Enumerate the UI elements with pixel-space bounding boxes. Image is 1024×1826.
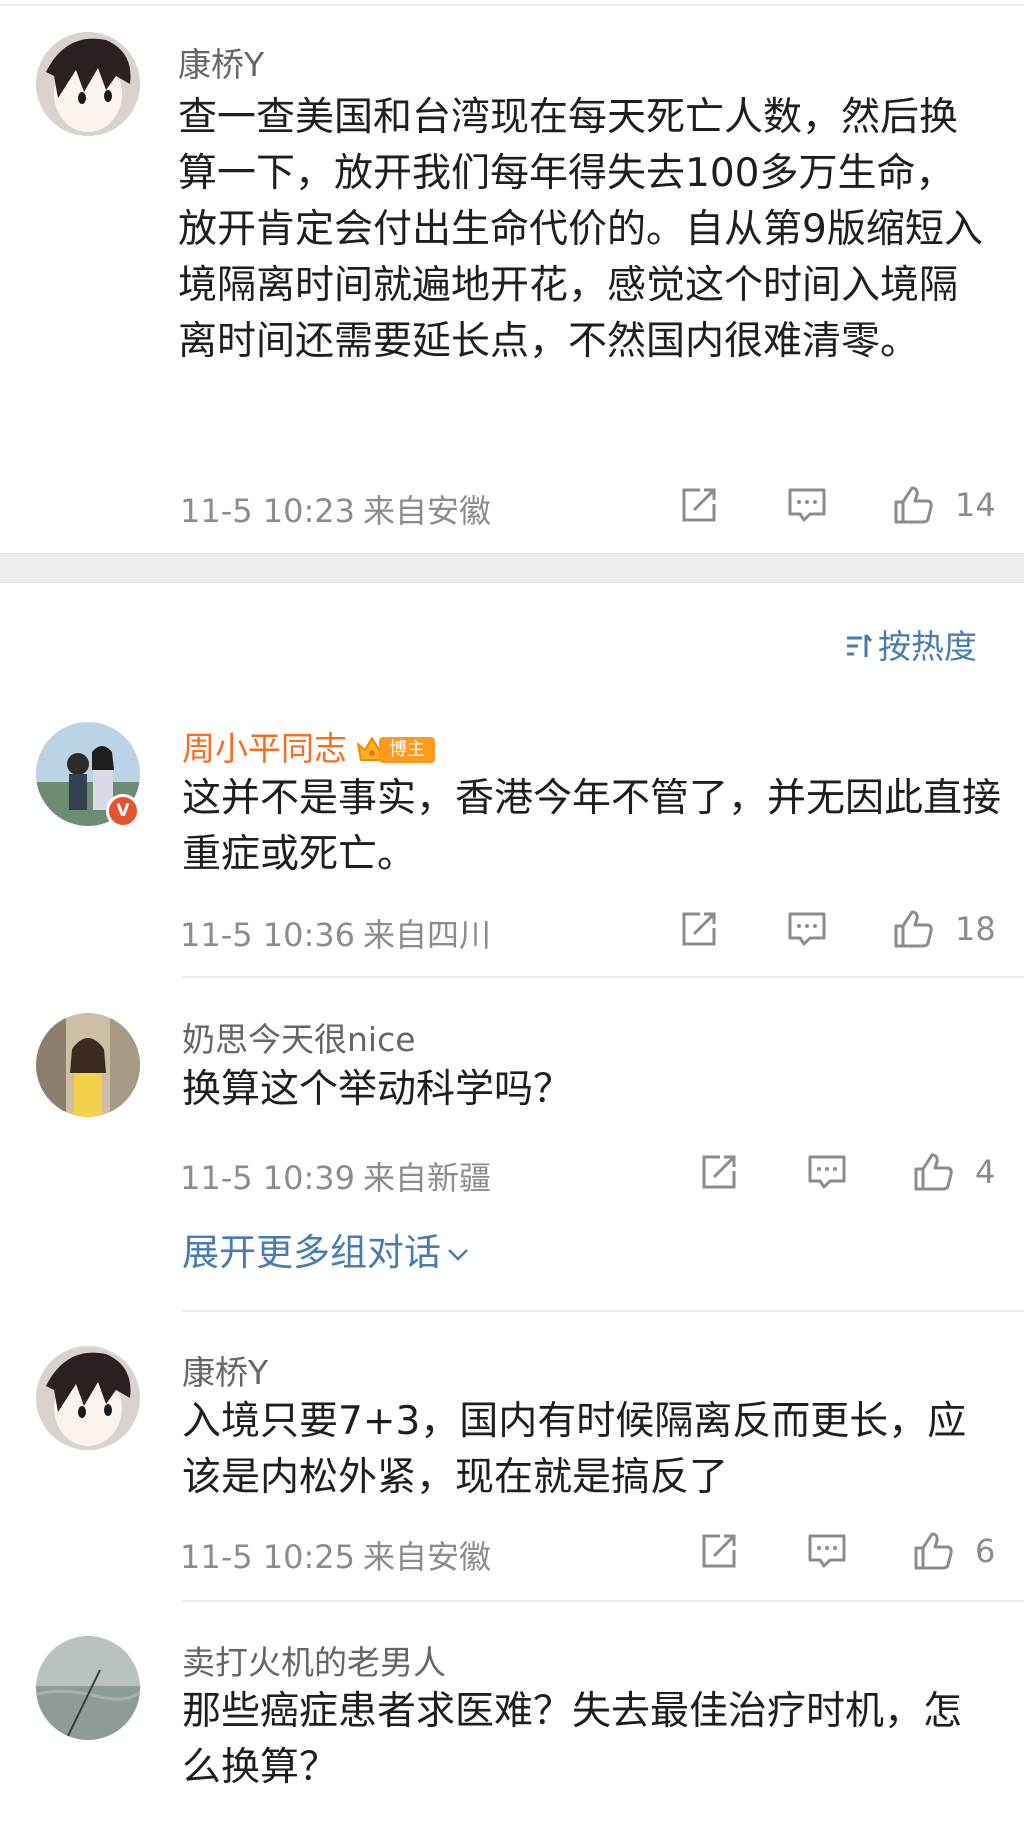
like-count: 18 bbox=[955, 910, 996, 948]
username-text: 周小平同志 bbox=[182, 729, 347, 768]
avatar[interactable] bbox=[36, 1636, 140, 1740]
comment-text: 这并不是事实，香港今年不管了，并无因此直接重症或死亡。 bbox=[182, 776, 1002, 877]
like-count: 6 bbox=[975, 1532, 996, 1570]
share-icon[interactable] bbox=[678, 484, 720, 526]
comment-text: 查一查美国和台湾现在每天死亡人数，然后换算一下，放开我们每年得失去100多万生命… bbox=[178, 95, 983, 364]
comment-text: 那些癌症患者求医难？失去最佳治疗时机，怎么换算？ bbox=[182, 1689, 963, 1790]
timestamp: 11-5 10:23 bbox=[180, 492, 356, 530]
avatar[interactable] bbox=[36, 1013, 140, 1117]
like-icon[interactable] bbox=[892, 908, 934, 950]
comment-text: 换算这个举动科学吗？ bbox=[182, 1067, 573, 1112]
comment-meta: 11-5 10:25 来自安徽 bbox=[180, 1532, 491, 1578]
comment-icon[interactable] bbox=[806, 1151, 848, 1193]
username[interactable]: 康桥Y bbox=[182, 1346, 268, 1394]
section-divider bbox=[0, 553, 1024, 583]
like-count: 14 bbox=[955, 486, 996, 524]
like-icon[interactable] bbox=[892, 484, 934, 526]
expand-more-conversations-link[interactable]: 展开更多组对话 bbox=[182, 1222, 471, 1276]
blogger-badge: 博主 bbox=[355, 734, 435, 766]
avatar-image bbox=[36, 1013, 140, 1117]
timestamp: 11-5 10:39 bbox=[180, 1159, 356, 1197]
timestamp: 11-5 10:36 bbox=[180, 916, 356, 954]
comment-icon[interactable] bbox=[786, 908, 828, 950]
like-icon[interactable] bbox=[912, 1530, 954, 1572]
location: 来自安徽 bbox=[363, 1538, 492, 1576]
avatar-image bbox=[36, 1346, 140, 1450]
location: 来自四川 bbox=[363, 916, 492, 954]
like-count: 4 bbox=[975, 1153, 996, 1191]
comment-icon[interactable] bbox=[786, 484, 828, 526]
avatar[interactable] bbox=[36, 1346, 140, 1450]
username[interactable]: 周小平同志 博主 bbox=[182, 722, 435, 770]
timestamp: 11-5 10:25 bbox=[180, 1538, 356, 1576]
blogger-badge-label: 博主 bbox=[379, 737, 435, 763]
avatar-image bbox=[36, 32, 140, 136]
verified-badge: V bbox=[106, 794, 140, 828]
expand-label: 展开更多组对话 bbox=[182, 1231, 441, 1274]
divider bbox=[182, 976, 1024, 978]
chevron-down-icon bbox=[445, 1233, 471, 1261]
sort-label: 按热度 bbox=[878, 627, 977, 666]
username[interactable]: 奶思今天很nice bbox=[182, 1013, 416, 1061]
share-icon[interactable] bbox=[698, 1151, 740, 1193]
avatar[interactable] bbox=[36, 32, 140, 136]
divider bbox=[182, 1600, 1024, 1602]
divider bbox=[182, 1310, 1024, 1312]
share-icon[interactable] bbox=[678, 908, 720, 950]
like-icon[interactable] bbox=[912, 1151, 954, 1193]
comment-meta: 11-5 10:39 来自新疆 bbox=[180, 1153, 491, 1199]
sort-icon bbox=[844, 630, 874, 660]
avatar-image bbox=[36, 1636, 140, 1740]
sort-by-hot-button[interactable]: 按热度 bbox=[844, 620, 977, 668]
username[interactable]: 康桥Y bbox=[178, 38, 264, 86]
location: 来自安徽 bbox=[363, 492, 492, 530]
comment-meta: 11-5 10:36 来自四川 bbox=[180, 910, 491, 956]
comment-icon[interactable] bbox=[806, 1530, 848, 1572]
location: 来自新疆 bbox=[363, 1159, 492, 1197]
username[interactable]: 卖打火机的老男人 bbox=[182, 1636, 446, 1684]
comment-text: 入境只要7+3，国内有时候隔离反而更长，应该是内松外紧，现在就是搞反了 bbox=[182, 1399, 967, 1500]
comment-meta: 11-5 10:23 来自安徽 bbox=[180, 486, 491, 532]
share-icon[interactable] bbox=[698, 1530, 740, 1572]
top-divider bbox=[0, 4, 1024, 6]
